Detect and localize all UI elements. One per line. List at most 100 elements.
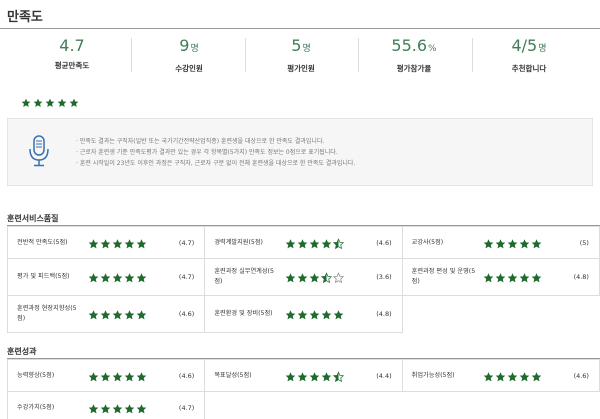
rating-label: 훈련환경 및 장비(5점) (214, 310, 273, 317)
stat-item: 55.6% 평가참가율 (384, 36, 444, 74)
star-filled-icon (309, 273, 320, 284)
rating-cell: 취업가능성(5점) (4.6) (402, 360, 600, 392)
rating-cell: 평가 및 피드백(5점) (4.7) (8, 259, 206, 296)
star-filled-icon (100, 273, 111, 284)
rating-cell: 훈련과정 현장지향성(5점) (4.6) (8, 296, 206, 333)
star-filled-icon (321, 238, 332, 249)
rating-score: (4.7) (178, 403, 195, 412)
star-filled-icon (69, 98, 79, 108)
notice-line: · 근로자 훈련생 기준 만족도평가 결과만 있는 경우 각 항목별(5가지) … (76, 149, 338, 156)
rating-cell: 능력향상(5점) (4.6) (8, 360, 206, 392)
star-filled-icon (321, 310, 332, 321)
rating-stars (285, 233, 345, 252)
rating-score: (4.6) (376, 238, 392, 247)
star-filled-icon (483, 238, 494, 249)
rating-score: (4.8) (376, 310, 392, 318)
star-filled-icon (112, 273, 123, 284)
empty-cell (403, 296, 600, 333)
rating-cell: 훈련과정 편성 및 운영(5점) (4.8) (402, 259, 600, 296)
star-filled-icon (124, 273, 135, 284)
rating-cell: 경력계발지원(5점) (4.6) (205, 227, 403, 259)
star-empty-icon (333, 272, 345, 284)
stat-value: 5명 (271, 36, 331, 59)
rating-score: (4.6) (178, 310, 195, 318)
star-filled-icon (112, 403, 123, 414)
stat-number: 5 (291, 36, 302, 55)
empty-cell (205, 392, 402, 419)
star-filled-icon (297, 310, 308, 321)
stat-label: 평가인원 (287, 64, 315, 73)
stat-unit: % (428, 44, 437, 54)
star-filled-icon (124, 310, 135, 321)
star-filled-icon (112, 310, 123, 321)
star-filled-icon (88, 310, 99, 321)
overall-star-rating (21, 92, 81, 111)
microphone-icon (29, 135, 49, 167)
rating-stars (88, 366, 148, 385)
service-quality-grid: 전반적 만족도(5점) (4.7) 경력계발지원(5점) (4.6) 교강사(5점) (5… (7, 226, 600, 333)
star-filled-icon (531, 238, 542, 249)
rating-stars (285, 268, 345, 287)
star-filled-icon (88, 371, 99, 382)
star-filled-icon (124, 371, 135, 382)
rating-row: 수강가치(5점) (4.7) (8, 392, 600, 419)
stat-divider (357, 38, 359, 72)
star-filled-icon (285, 238, 296, 249)
stat-unit: 명 (538, 44, 547, 54)
star-filled-icon (309, 238, 320, 249)
rating-row: 능력향상(5점) (4.6) 목표달성(5점) (4.4) 취업가능성(5점) (4.6) (8, 360, 600, 392)
stat-label: 추천합니다 (511, 64, 547, 73)
rating-stars (88, 233, 148, 252)
star-filled-icon (136, 273, 147, 284)
star-filled-icon (112, 238, 123, 249)
rating-score: (4.7) (178, 238, 195, 247)
rating-score: (4.8) (573, 273, 589, 281)
stat-item: 5명평가인원 (271, 36, 331, 74)
star-filled-icon (507, 273, 518, 284)
stat-unit: 명 (190, 44, 199, 54)
star-filled-icon (483, 371, 494, 382)
star-filled-icon (136, 403, 147, 414)
star-filled-icon (100, 238, 111, 249)
star-half-icon (333, 371, 345, 382)
rating-cell: 목표달성(5점) (4.4) (205, 360, 403, 392)
title-divider (0, 28, 600, 29)
rating-label: 목표달성(5점) (214, 371, 252, 379)
rating-cell: 교강사(5점) (5) (402, 227, 600, 259)
page-title: 만족도 (7, 10, 43, 25)
rating-label: 훈련과정 현장지향성(5점) (17, 305, 77, 322)
star-filled-icon (45, 98, 55, 108)
rating-stars (88, 268, 148, 287)
stat-number: 4.7 (59, 36, 85, 55)
stat-divider (245, 38, 246, 72)
star-filled-icon (100, 371, 111, 382)
rating-cell: 훈련환경 및 장비(5점) (4.8) (205, 296, 403, 333)
star-filled-icon (519, 238, 530, 249)
rating-label: 수강가치(5점) (17, 403, 55, 411)
rating-row: 전반적 만족도(5점) (4.7) 경력계발지원(5점) (4.6) 교강사(5점) (5… (8, 227, 600, 259)
notice-line: · 만족도 결과는 구직자(일반 또는 국가기간전략산업직종) 훈련생을 대상으… (76, 138, 325, 145)
star-filled-icon (531, 371, 542, 382)
rating-label: 경력계발지원(5점) (214, 238, 263, 246)
star-filled-icon (88, 403, 99, 414)
star-filled-icon (519, 273, 530, 284)
star-filled-icon (483, 273, 494, 284)
star-filled-icon (495, 371, 506, 382)
rating-stars (483, 366, 543, 385)
rating-label: 훈련과정 편성 및 운영(5점) (411, 268, 476, 285)
star-filled-icon (124, 238, 135, 249)
section-title-service-quality: 훈련서비스품질 (7, 214, 59, 223)
stat-divider (471, 38, 473, 72)
stat-label: 평균만족도 (54, 61, 90, 70)
star-filled-icon (100, 310, 111, 321)
star-filled-icon (285, 273, 296, 284)
rating-stars (88, 305, 148, 324)
star-half-icon (321, 272, 333, 284)
stat-value: 55.6% (384, 36, 444, 59)
star-filled-icon (507, 238, 518, 249)
star-filled-icon (100, 403, 111, 414)
star-filled-icon (297, 273, 308, 284)
star-filled-icon (88, 273, 99, 284)
rating-row: 평가 및 피드백(5점) (4.7) 훈련과정 실무연계성(5점) (3.6) 훈련과정… (8, 259, 600, 296)
stat-item: 4/5명 추천합니다 (499, 36, 559, 74)
